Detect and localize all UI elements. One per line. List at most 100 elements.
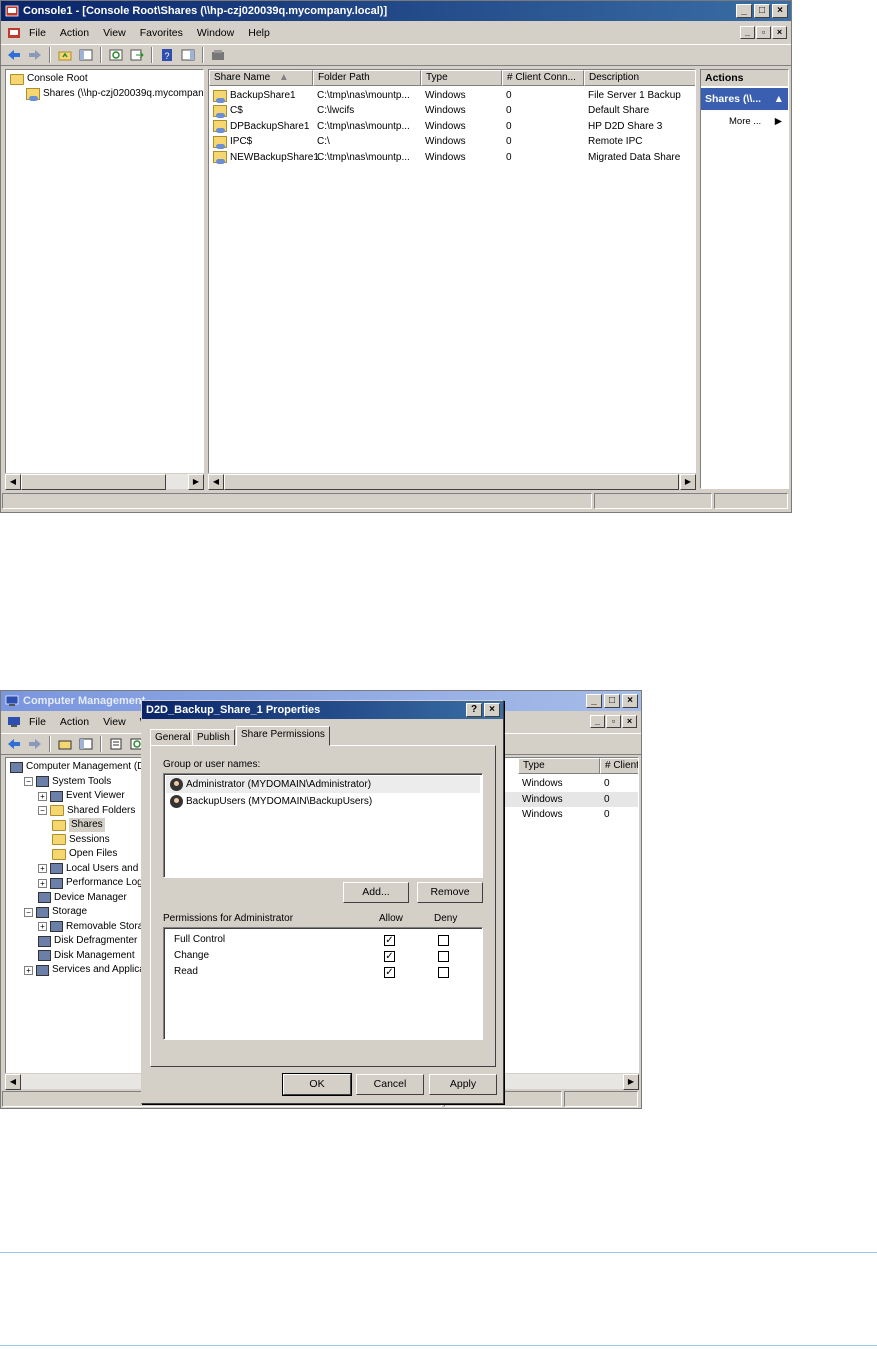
tree-item-event-viewer[interactable]: + Event Viewer — [38, 789, 125, 803]
tree-item-shares[interactable]: Shares (\\hp-czj020039q.mycompan — [26, 87, 203, 101]
list-horizontal-scrollbar[interactable]: ◀ ▶ — [208, 473, 696, 490]
column-header-client[interactable]: # Client — [600, 758, 638, 774]
back-button[interactable] — [5, 735, 23, 753]
tree-item-disk-management[interactable]: Disk Management — [38, 949, 135, 963]
scroll-left-button[interactable]: ◀ — [208, 474, 224, 490]
tree-horizontal-scrollbar[interactable]: ◀ ▶ — [5, 473, 204, 490]
deny-checkbox[interactable] — [438, 967, 449, 978]
user-item-backupusers[interactable]: BackupUsers (MYDOMAIN\BackupUsers) — [166, 793, 480, 810]
tree-item-users[interactable]: + Local Users and Gr — [38, 862, 142, 876]
tree-item-services[interactable]: + Services and Applicatio — [24, 963, 142, 977]
menu-view[interactable]: View — [97, 27, 132, 39]
table-row[interactable]: Windows 0 — [502, 776, 638, 791]
refresh-button[interactable] — [107, 46, 125, 64]
table-row[interactable]: C$ C:\lwcifs Windows 0 Default Share — [209, 103, 695, 118]
column-header-type[interactable]: Type — [421, 70, 502, 86]
show-hide-tree-button[interactable] — [77, 735, 95, 753]
column-header-type[interactable]: Type — [518, 758, 600, 774]
actions-section-shares[interactable]: Shares (\\... ▲ — [701, 88, 788, 110]
expand-icon[interactable]: + — [38, 791, 47, 801]
table-row[interactable]: IPC$ C:\ Windows 0 Remote IPC — [209, 134, 695, 149]
export-list-button[interactable] — [128, 46, 146, 64]
mdi-minimize-button[interactable]: _ — [740, 26, 755, 39]
menu-action[interactable]: Action — [54, 27, 95, 39]
tree-item-device-manager[interactable]: Device Manager — [38, 891, 127, 905]
table-row[interactable]: DPBackupShare1 C:\tmp\nas\mountp... Window… — [209, 119, 695, 134]
back-button[interactable] — [5, 46, 23, 64]
add-button[interactable]: Add... — [343, 882, 409, 903]
collapse-icon[interactable]: − — [24, 777, 33, 786]
collapse-icon[interactable]: − — [24, 907, 33, 917]
show-hide-action-pane-button[interactable] — [179, 46, 197, 64]
menu-action[interactable]: Action — [54, 716, 95, 728]
forward-button[interactable] — [26, 735, 44, 753]
expand-icon[interactable]: + — [24, 965, 33, 975]
maximize-button[interactable]: □ — [604, 694, 620, 708]
help-button[interactable]: ? — [158, 46, 176, 64]
dialog-help-button[interactable]: ? — [466, 703, 482, 717]
scroll-right-button[interactable]: ▶ — [188, 474, 204, 490]
tab-share-permissions[interactable]: Share Permissions — [236, 726, 330, 746]
remove-button[interactable]: Remove — [417, 882, 483, 903]
deny-checkbox[interactable] — [438, 951, 449, 962]
column-header-description[interactable]: Description — [584, 70, 695, 86]
scroll-left-button[interactable]: ◀ — [5, 474, 21, 490]
maximize-button[interactable]: □ — [754, 4, 770, 18]
show-hide-tree-button[interactable] — [77, 46, 95, 64]
table-row[interactable]: BackupShare1 C:\tmp\nas\mountp... Windows 0… — [209, 88, 695, 103]
scroll-thumb[interactable] — [21, 474, 166, 490]
user-item-administrator[interactable]: Administrator (MYDOMAIN\Administrator) — [166, 776, 480, 793]
column-header-share-name[interactable]: Share Name ▲ — [209, 70, 313, 86]
dialog-close-button[interactable]: × — [484, 703, 500, 717]
scroll-left-button[interactable]: ◀ — [5, 1074, 21, 1090]
ok-button[interactable]: OK — [282, 1073, 352, 1096]
menu-help[interactable]: Help — [242, 27, 276, 39]
scroll-right-button[interactable]: ▶ — [623, 1074, 639, 1090]
tree-item-shares[interactable]: Shares — [52, 818, 105, 832]
tree-item-sessions[interactable]: Sessions — [52, 833, 110, 847]
tree-item-defrag[interactable]: Disk Defragmenter — [38, 934, 137, 948]
table-row[interactable]: NEWBackupShare1 C:\tmp\nas\mountp... Windo… — [209, 150, 695, 165]
scroll-right-button[interactable]: ▶ — [680, 474, 696, 490]
mdi-restore-button[interactable]: ▫ — [756, 26, 771, 39]
new-share-button[interactable] — [209, 46, 227, 64]
mdi-close-button[interactable]: × — [622, 715, 637, 728]
mdi-minimize-button[interactable]: _ — [590, 715, 605, 728]
console1-titlebar[interactable]: Console1 - [Console Root\Shares (\\hp-cz… — [1, 1, 791, 21]
tree-item-removable-storage[interactable]: + Removable Storag — [38, 920, 142, 934]
menu-view[interactable]: View — [97, 716, 132, 728]
column-header-client-connections[interactable]: # Client Conn... — [502, 70, 584, 86]
dialog-titlebar[interactable]: D2D_Backup_Share_1 Properties ? × — [142, 701, 503, 719]
column-header-folder-path[interactable]: Folder Path — [313, 70, 421, 86]
properties-button[interactable] — [107, 735, 125, 753]
up-folder-button[interactable] — [56, 735, 74, 753]
allow-checkbox[interactable]: ✓ — [384, 935, 395, 946]
allow-checkbox[interactable]: ✓ — [384, 967, 395, 978]
mdi-close-button[interactable]: × — [772, 26, 787, 39]
tab-publish[interactable]: Publish — [192, 729, 235, 746]
apply-button[interactable]: Apply — [429, 1074, 497, 1095]
allow-checkbox[interactable]: ✓ — [384, 951, 395, 962]
minimize-button[interactable]: _ — [736, 4, 752, 18]
deny-checkbox[interactable] — [438, 935, 449, 946]
close-button[interactable]: × — [772, 4, 788, 18]
menu-file[interactable]: File — [23, 716, 52, 728]
expand-icon[interactable]: + — [38, 878, 47, 888]
expand-icon[interactable]: + — [38, 864, 47, 873]
up-folder-button[interactable] — [56, 46, 74, 64]
menu-file[interactable]: File — [23, 27, 52, 39]
tab-general[interactable]: General — [150, 729, 196, 746]
collapse-icon[interactable]: − — [38, 806, 47, 815]
tree-item-performance[interactable]: + Performance Logs — [38, 876, 142, 890]
user-list[interactable]: Administrator (MYDOMAIN\Administrator) B… — [163, 773, 483, 878]
tree-item-open-files[interactable]: Open Files — [52, 847, 117, 861]
table-row[interactable]: Windows 0 — [502, 791, 638, 807]
scroll-thumb[interactable] — [224, 474, 679, 490]
expand-icon[interactable]: + — [38, 922, 47, 931]
close-button[interactable]: × — [622, 694, 638, 708]
menu-window[interactable]: Window — [191, 27, 240, 39]
forward-button[interactable] — [26, 46, 44, 64]
tree-item-shared-folders[interactable]: − Shared Folders — [38, 804, 135, 818]
tree-item-console-root[interactable]: Console Root — [10, 72, 88, 86]
cancel-button[interactable]: Cancel — [356, 1074, 424, 1095]
